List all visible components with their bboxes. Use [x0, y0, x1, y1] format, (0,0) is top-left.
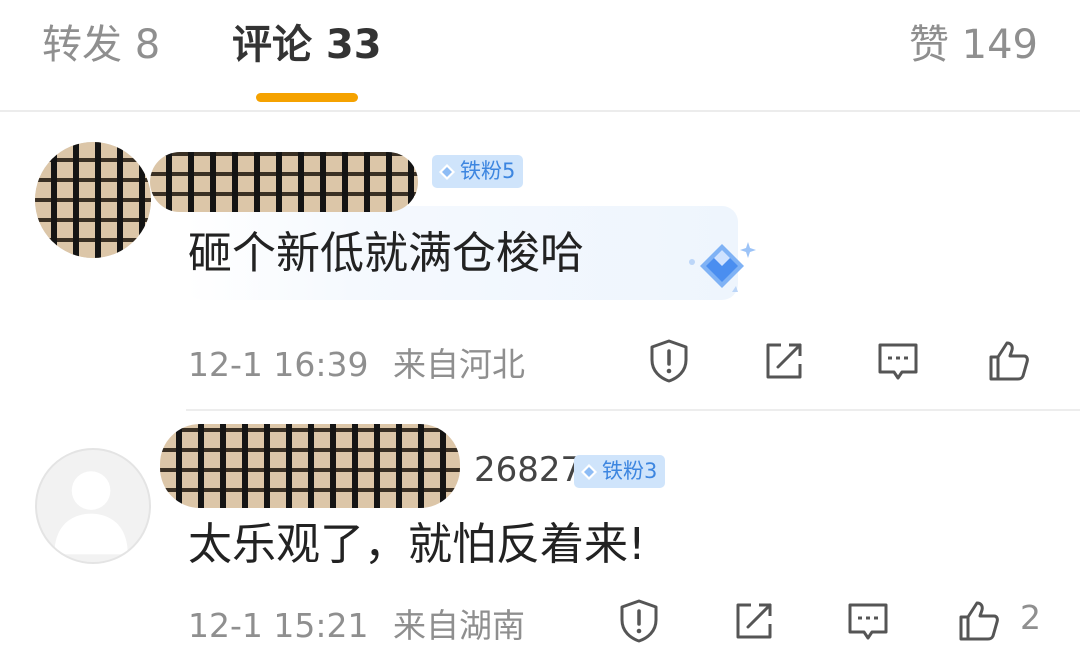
reply-icon[interactable] — [875, 338, 921, 384]
default-avatar-icon — [54, 471, 128, 555]
diamond-icon — [439, 163, 455, 180]
comment-time: 12-1 16:39 — [188, 345, 369, 384]
reply-icon[interactable] — [845, 598, 891, 644]
like-icon[interactable] — [956, 598, 1002, 644]
share-icon[interactable] — [731, 598, 777, 644]
comment-divider — [186, 409, 1080, 411]
fan-badge: 铁粉3 — [574, 455, 666, 488]
comment-item: 铁粉5 砸个新低就满仓梭哈 12-1 16:39 来自河北 — [0, 112, 1080, 412]
like-icon[interactable] — [986, 338, 1032, 384]
comment-text: 太乐观了，就怕反着来! — [188, 519, 646, 570]
report-icon[interactable] — [616, 598, 662, 644]
share-icon[interactable] — [761, 338, 807, 384]
like-count: 2 — [1020, 598, 1041, 637]
comment-location: 来自河北 — [393, 345, 525, 384]
tab-forward[interactable]: 转发 8 — [42, 18, 160, 72]
tab-comments[interactable]: 评论 33 — [232, 18, 382, 72]
avatar[interactable] — [35, 448, 151, 564]
username-redaction — [150, 152, 418, 212]
avatar[interactable] — [35, 142, 151, 258]
diamond-decoration-icon — [689, 242, 756, 292]
comment-item: 26827 铁粉3 太乐观了，就怕反着来! 12-1 15:21 来自湖南 2 — [0, 412, 1080, 663]
username-redaction — [160, 424, 460, 508]
comment-location: 来自湖南 — [393, 606, 525, 645]
tab-likes[interactable]: 赞 149 — [909, 18, 1038, 72]
fan-badge: 铁粉5 — [432, 155, 524, 188]
comment-meta: 12-1 16:39 来自河北 — [188, 338, 525, 386]
diamond-icon — [581, 463, 597, 480]
comment-meta: 12-1 15:21 来自湖南 — [188, 599, 525, 647]
username-visible-part: 26827 — [474, 450, 583, 490]
report-icon[interactable] — [646, 338, 692, 384]
fan-badge-label: 铁粉5 — [460, 159, 516, 183]
avatar-redaction — [35, 142, 151, 258]
fan-badge-label: 铁粉3 — [602, 459, 658, 483]
comment-time: 12-1 15:21 — [188, 606, 369, 645]
active-tab-indicator — [256, 93, 358, 102]
comment-text: 砸个新低就满仓梭哈 — [188, 228, 584, 279]
